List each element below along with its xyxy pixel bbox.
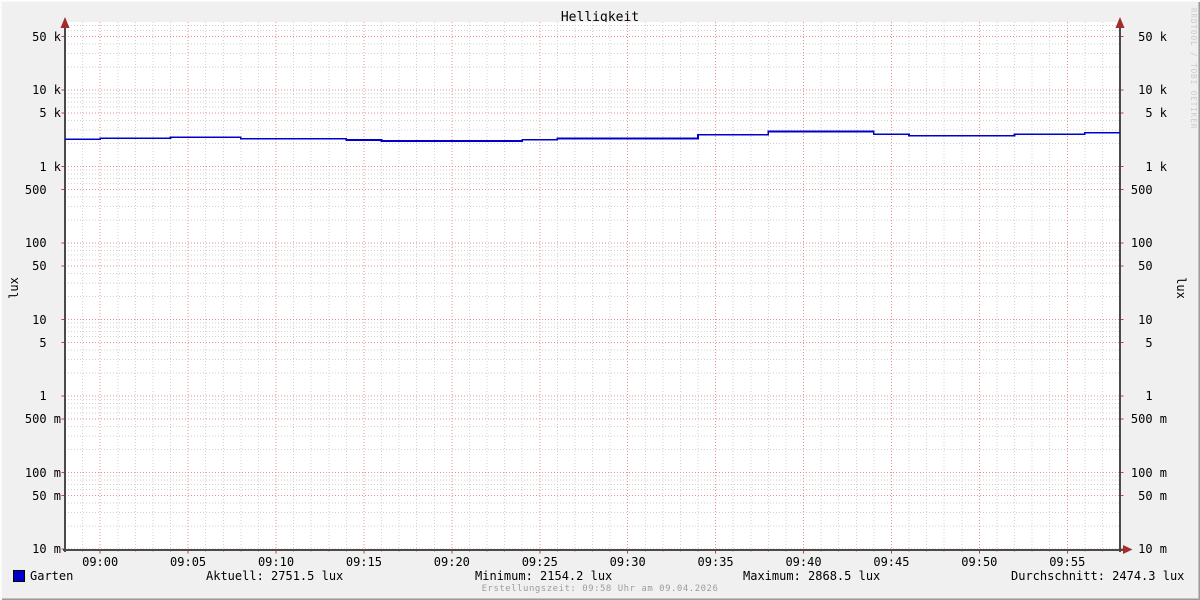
- y-axis-label-left: 10: [24, 312, 61, 327]
- stat-maximum: Maximum: 2868.5 lux: [743, 569, 881, 583]
- y-axis-label-left: 50 m: [24, 488, 61, 503]
- y-axis-label-left: 100: [24, 236, 61, 250]
- x-axis-label: 09:35: [697, 555, 734, 569]
- x-axis-label: 09:10: [257, 555, 295, 569]
- rrdtool-watermark: RRDTOOL / TOBI OETIKER: [1189, 8, 1198, 130]
- x-axis-label: 09:15: [345, 555, 382, 569]
- y-axis-label-right: 100: [1130, 236, 1167, 250]
- y-axis-label-right: 50 m: [1130, 488, 1167, 503]
- y-axis-label-left: 10 k: [32, 83, 61, 97]
- stat-minimum: Minimum: 2154.2 lux: [475, 569, 613, 583]
- x-axis-label: 09:55: [1049, 555, 1086, 569]
- y-axis-label-left: 5: [24, 335, 61, 350]
- y-axis-label-right: 1: [1130, 389, 1167, 403]
- legend-row: Garten Aktuell: 2751.5 lux Minimum: 2154…: [0, 569, 1200, 584]
- y-axis-label-left: 5 k: [32, 106, 61, 121]
- y-axis-label-right: 10 k: [1138, 83, 1167, 97]
- x-axis-label: 09:20: [433, 555, 470, 569]
- y-axis-label-right: 5 k: [1138, 106, 1167, 121]
- y-axis-label-right: 1 k: [1138, 159, 1167, 174]
- x-axis-label: 09:45: [873, 555, 910, 569]
- y-axis-label-left: 500 m: [24, 412, 61, 427]
- y-axis-label-right: 10 m: [1130, 542, 1167, 556]
- y-axis-label-right: 10: [1130, 312, 1167, 327]
- y-axis-label-right: 100 m: [1130, 465, 1167, 480]
- y-axis-label-right: 50: [1130, 259, 1167, 274]
- stat-current: Aktuell: 2751.5 lux: [206, 569, 344, 583]
- y-axis-label-left: 1: [24, 389, 61, 403]
- y-axis-label-right: 500 m: [1130, 412, 1167, 427]
- x-axis-label: 09:00: [82, 555, 119, 569]
- series-color-swatch: [13, 570, 25, 582]
- creation-time-comment: Erstellungszeit: 09:58 Uhr am 09.04.2026: [481, 584, 719, 594]
- stat-average: Durchschnitt: 2474.3 lux: [1011, 569, 1185, 583]
- y-axis-label-right: 50 k: [1138, 29, 1167, 44]
- series-name-label: Garten: [30, 569, 74, 583]
- y-axis-unit-left: lux: [7, 277, 21, 299]
- y-axis-label-left: 50: [24, 259, 61, 274]
- y-axis-label-right: 5: [1130, 335, 1167, 350]
- y-axis-label-left: 500: [24, 182, 61, 197]
- y-axis-label-left: 100 m: [24, 465, 61, 480]
- y-axis-label-left: 1 k: [32, 159, 61, 174]
- x-axis-label: 09:25: [521, 555, 558, 569]
- x-axis-label: 09:05: [170, 555, 207, 569]
- x-axis-label: 09:40: [785, 555, 822, 569]
- chart-plot: [60, 17, 1133, 554]
- y-axis-label-left: 10 m: [24, 542, 61, 556]
- x-axis-label: 09:50: [961, 555, 998, 569]
- y-axis-label-right: 500: [1130, 182, 1167, 197]
- y-axis-label-left: 50 k: [32, 29, 61, 44]
- y-axis-unit-right: lux: [1174, 277, 1188, 299]
- x-axis-label: 09:30: [609, 555, 646, 569]
